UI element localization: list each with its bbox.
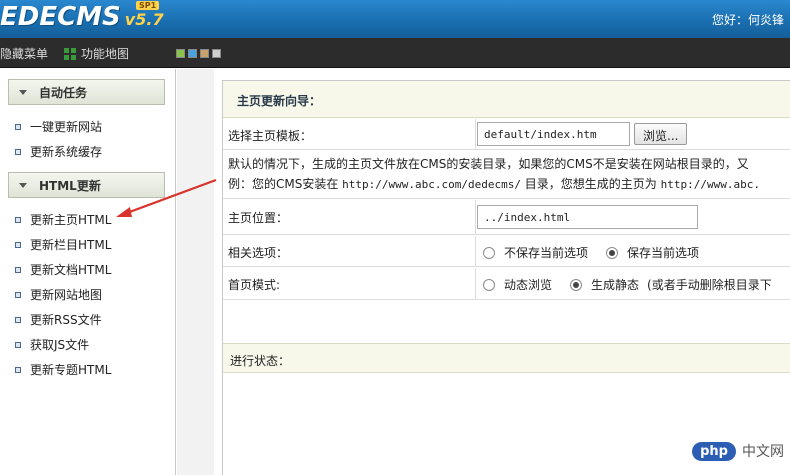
- sidebar-item-label: 更新主页HTML: [30, 213, 112, 227]
- note-line-1: 默认的情况下，生成的主页文件放在CMS的安装目录，如果您的CMS不是安装在网站根…: [228, 157, 749, 171]
- bullet-icon: [15, 123, 21, 130]
- skin-switcher: [176, 49, 221, 58]
- location-label: 主页位置：: [228, 211, 289, 225]
- location-row: 主页位置： ../index.html: [223, 200, 790, 235]
- template-label: 选择主页模板：: [228, 129, 313, 143]
- collapse-triangle-icon: [19, 182, 27, 188]
- sidebar-item-update-cache[interactable]: 更新系统缓存: [15, 143, 102, 160]
- sidebar-item-label: 更新栏目HTML: [30, 238, 112, 252]
- nav-bar: 隐藏菜单 功能地图: [0, 38, 790, 68]
- user-greeting: 您好：何炎锋: [711, 13, 784, 27]
- logo-text: EDECMS: [0, 2, 121, 32]
- sidebar-item-label: 获取JS文件: [30, 338, 90, 352]
- bullet-icon: [15, 241, 21, 248]
- bullet-icon: [15, 366, 21, 373]
- grid-icon: [64, 47, 76, 60]
- sidebar-item-label: 更新文档HTML: [30, 263, 112, 277]
- function-map-label: 功能地图: [81, 47, 130, 61]
- radio-dynamic[interactable]: [483, 278, 495, 291]
- browse-button[interactable]: 浏览...: [634, 123, 688, 145]
- annotation-arrow: [116, 178, 217, 217]
- radio-save[interactable]: [606, 246, 619, 259]
- bullet-icon: [15, 291, 21, 298]
- logo-version: v5.7: [124, 10, 164, 29]
- radio-label: 不保存当前选项: [504, 246, 589, 260]
- radio-static[interactable]: [570, 278, 583, 291]
- logo: EDECMS v5.7 SP1: [0, 1, 164, 34]
- top-header: EDECMS v5.7 SP1 您好：何炎锋: [0, 0, 790, 38]
- radio-label: 生成静态: [591, 278, 640, 292]
- function-map-link[interactable]: 功能地图: [64, 45, 129, 62]
- collapse-triangle-icon: [19, 89, 27, 95]
- skin-swatch-blue[interactable]: [188, 49, 197, 58]
- sidebar-item-update-sitemap[interactable]: 更新网站地图: [15, 286, 102, 303]
- bullet-icon: [15, 316, 21, 323]
- radio-label: 保存当前选项: [627, 246, 700, 260]
- sidebar-item-update-column-html[interactable]: 更新栏目HTML: [15, 236, 111, 253]
- section-title: 自动任务: [39, 85, 88, 100]
- note-middle: 目录，您想生成的主页为: [520, 177, 661, 191]
- column-divider: [475, 119, 476, 150]
- sidebar-item-label: 更新RSS文件: [30, 313, 102, 327]
- note-prefix: 例：您的CMS安装在: [228, 177, 343, 191]
- template-row: 选择主页模板： default/index.htm 浏览...: [223, 119, 790, 150]
- location-input[interactable]: ../index.html: [477, 205, 698, 229]
- skin-swatch-gray[interactable]: [212, 49, 221, 58]
- sidebar-item-update-home-html[interactable]: 更新主页HTML: [15, 211, 111, 228]
- sidebar-item-label: 更新专题HTML: [30, 363, 112, 377]
- mode-radio-group: 动态浏览 生成静态 (或者手动删除根目录下: [483, 276, 772, 293]
- skin-swatch-brown[interactable]: [200, 49, 209, 58]
- mode-note: (或者手动删除根目录下: [647, 278, 772, 292]
- skin-swatch-green[interactable]: [176, 49, 185, 58]
- column-divider: [475, 200, 476, 235]
- mode-row: 首页模式: 动态浏览 生成静态 (或者手动删除根目录下: [223, 268, 790, 300]
- template-input[interactable]: default/index.htm: [477, 122, 630, 146]
- hide-menu-link[interactable]: 隐藏菜单: [0, 45, 48, 62]
- note-url-install: http://www.abc.com/dedecms/: [342, 178, 521, 191]
- watermark-logo: php: [692, 441, 736, 461]
- watermark: php 中文网: [692, 441, 784, 461]
- bullet-icon: [15, 341, 21, 348]
- sidebar-item-update-doc-html[interactable]: 更新文档HTML: [15, 261, 111, 278]
- radio-label: 动态浏览: [504, 278, 553, 292]
- sidebar-section-auto-task[interactable]: 自动任务: [8, 79, 165, 105]
- column-divider: [475, 236, 476, 267]
- options-label: 相关选项：: [228, 246, 289, 260]
- watermark-text: 中文网: [742, 444, 784, 460]
- note-row: 默认的情况下，生成的主页文件放在CMS的安装目录，如果您的CMS不是安装在网站根…: [223, 151, 790, 199]
- radio-dont-save[interactable]: [483, 246, 495, 259]
- sidebar: 自动任务 一键更新网站 更新系统缓存 HTML更新 更新主页HTML 更新栏目H…: [0, 69, 176, 475]
- sidebar-item-update-rss[interactable]: 更新RSS文件: [15, 311, 102, 328]
- sidebar-item-label: 更新网站地图: [30, 288, 103, 302]
- sidebar-item-update-topic-html[interactable]: 更新专题HTML: [15, 361, 111, 378]
- status-row: 进行状态：: [223, 343, 790, 373]
- bullet-icon: [15, 216, 21, 223]
- options-radio-group: 不保存当前选项 保存当前选项: [483, 244, 717, 261]
- mode-label: 首页模式:: [228, 278, 281, 292]
- sidebar-item-label: 更新系统缓存: [30, 145, 103, 159]
- section-title: HTML更新: [39, 178, 101, 193]
- note-url-target: http://www.abc.: [660, 178, 760, 191]
- column-divider: [475, 268, 476, 300]
- panel-title: 主页更新向导：: [223, 81, 790, 118]
- bullet-icon: [15, 148, 21, 155]
- sidebar-item-update-site[interactable]: 一键更新网站: [15, 118, 102, 135]
- status-label: 进行状态：: [230, 354, 291, 368]
- options-row: 相关选项： 不保存当前选项 保存当前选项: [223, 236, 790, 267]
- logo-badge: SP1: [136, 1, 160, 10]
- bullet-icon: [15, 266, 21, 273]
- content-gutter: [177, 69, 214, 475]
- home-update-panel: 主页更新向导： 选择主页模板： default/index.htm 浏览... …: [222, 80, 790, 475]
- note-line-2: 例：您的CMS安装在 http://www.abc.com/dedecms/ 目…: [228, 174, 760, 195]
- sidebar-item-get-js[interactable]: 获取JS文件: [15, 336, 89, 353]
- sidebar-item-label: 一键更新网站: [30, 120, 103, 134]
